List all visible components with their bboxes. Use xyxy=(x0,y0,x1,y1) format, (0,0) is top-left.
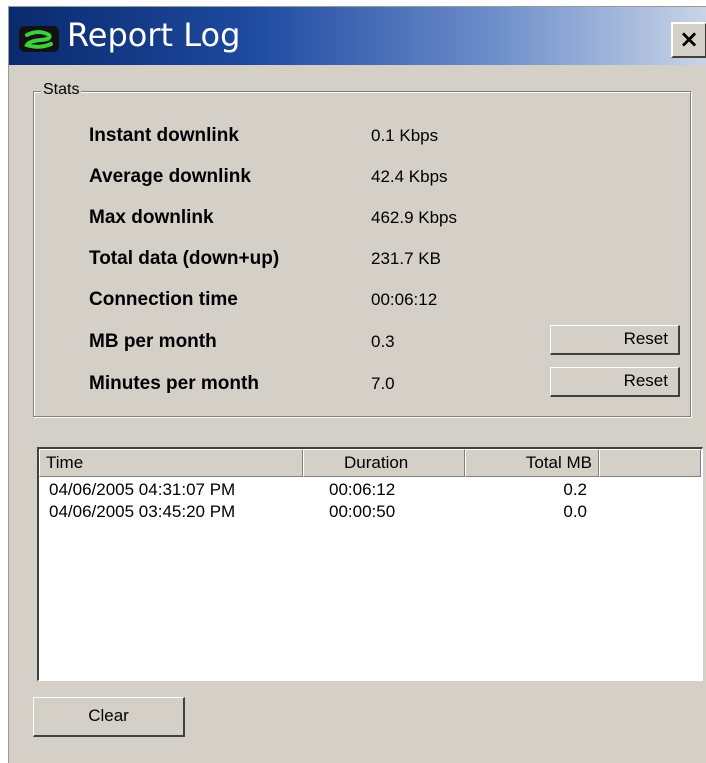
stat-row-max-downlink: Max downlink 462.9 Kbps xyxy=(9,203,706,233)
stat-label: Connection time xyxy=(89,289,238,310)
stat-value: 0.1 Kbps xyxy=(371,126,439,145)
reset-mb-button[interactable]: Reset xyxy=(550,325,680,355)
cell-time: 04/06/2005 04:31:07 PM xyxy=(49,480,236,499)
stat-value: 7.0 xyxy=(371,374,395,393)
stat-row-instant-downlink: Instant downlink 0.1 Kbps xyxy=(9,121,706,151)
stat-value: 231.7 KB xyxy=(371,249,441,268)
stat-value: 462.9 Kbps xyxy=(371,208,458,227)
stat-value: 00:06:12 xyxy=(371,290,438,309)
stat-label: Total data (down+up) xyxy=(89,248,280,269)
stat-label: MB per month xyxy=(89,331,217,352)
list-header: Time Duration Total MB xyxy=(39,449,701,477)
column-header-total-mb[interactable]: Total MB xyxy=(465,449,599,477)
clear-button[interactable]: Clear xyxy=(33,697,185,737)
close-icon: × xyxy=(678,25,700,53)
close-button[interactable]: × xyxy=(671,22,706,58)
column-header-time[interactable]: Time xyxy=(39,449,303,477)
stat-value: 0.3 xyxy=(371,332,395,351)
stat-label: Instant downlink xyxy=(89,125,239,146)
reset-minutes-button[interactable]: Reset xyxy=(550,367,680,397)
stat-value: 42.4 Kbps xyxy=(371,167,448,186)
stat-row-average-downlink: Average downlink 42.4 Kbps xyxy=(9,162,706,192)
table-row[interactable]: 04/06/2005 04:31:07 PM 00:06:12 0.2 xyxy=(39,479,701,501)
column-header-duration[interactable]: Duration xyxy=(303,449,465,477)
report-log-list[interactable]: Time Duration Total MB 04/06/2005 04:31:… xyxy=(37,447,703,681)
title-bar[interactable]: Report Log × xyxy=(9,7,706,65)
cell-total-mb: 0.2 xyxy=(563,480,587,499)
stats-legend: Stats xyxy=(41,81,82,99)
stat-row-total-data: Total data (down+up) 231.7 KB xyxy=(9,244,706,274)
app-logo-icon xyxy=(19,26,59,52)
stat-label: Average downlink xyxy=(89,166,251,187)
cell-total-mb: 0.0 xyxy=(563,502,587,521)
cell-time: 04/06/2005 03:45:20 PM xyxy=(49,502,236,521)
cell-duration: 00:00:50 xyxy=(329,502,396,521)
table-row[interactable]: 04/06/2005 03:45:20 PM 00:00:50 0.0 xyxy=(39,501,701,523)
report-log-window: Report Log × Stats Instant downlink 0.1 … xyxy=(8,6,706,763)
stat-row-mb-per-month: MB per month 0.3 Reset xyxy=(9,325,706,357)
stat-label: Max downlink xyxy=(89,207,214,228)
stat-row-connection-time: Connection time 00:06:12 xyxy=(9,285,706,315)
column-header-empty xyxy=(599,449,701,477)
stat-row-minutes-per-month: Minutes per month 7.0 Reset xyxy=(9,367,706,399)
stat-label: Minutes per month xyxy=(89,373,259,394)
cell-duration: 00:06:12 xyxy=(329,480,396,499)
window-title: Report Log xyxy=(67,16,241,54)
